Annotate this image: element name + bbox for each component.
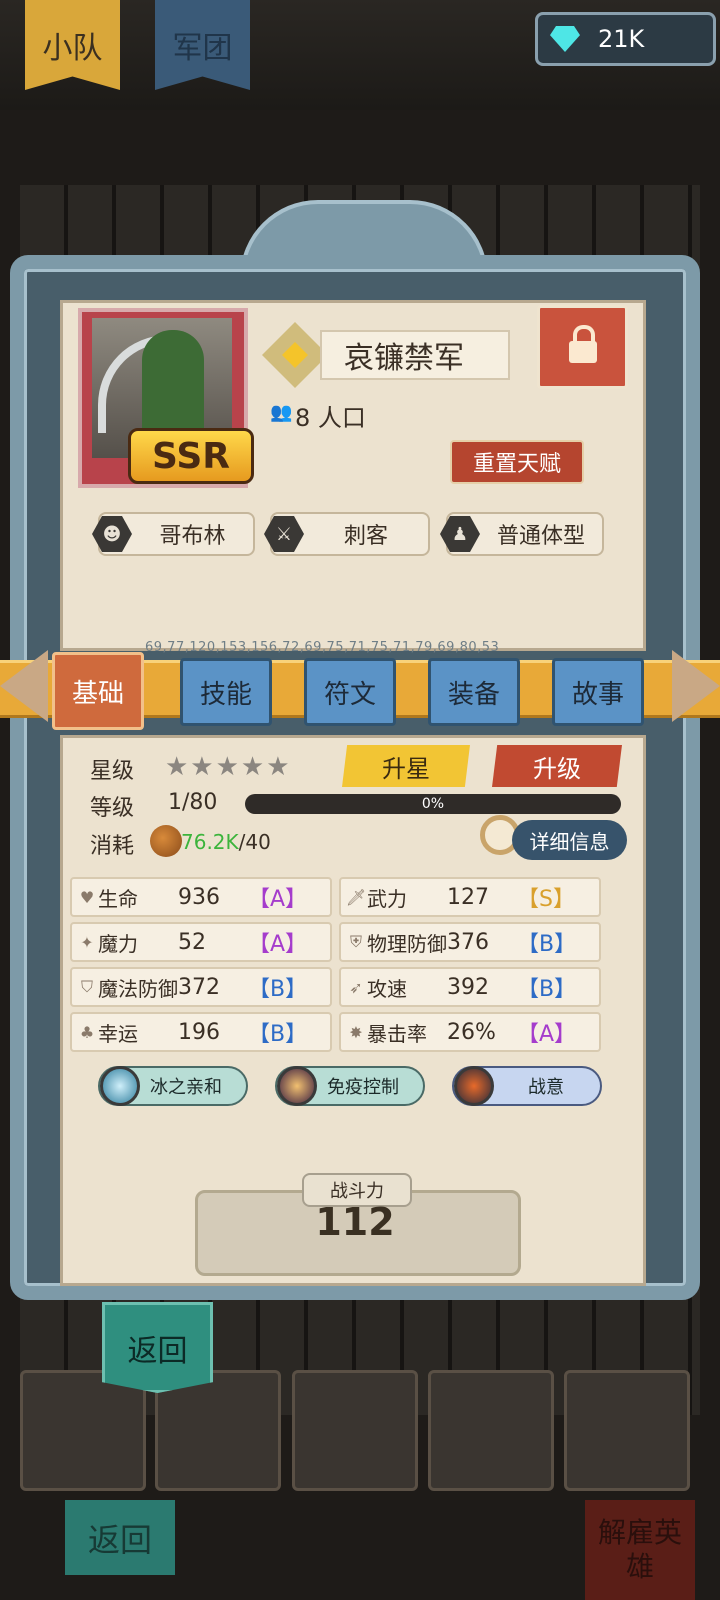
goblin-figure bbox=[142, 330, 204, 440]
diamond-icon bbox=[550, 26, 580, 52]
cost-label: 消耗 bbox=[90, 834, 135, 859]
magic-shield-icon: ⛉ bbox=[80, 977, 93, 996]
stat-force: 🗡 武力 127 【S】 bbox=[339, 877, 601, 917]
tag-race: ☻ 哥布林 bbox=[92, 512, 255, 556]
star-label: 星级 bbox=[90, 759, 135, 784]
hero-card[interactable] bbox=[292, 1370, 418, 1491]
tag-class: ⚔ 刺客 bbox=[264, 512, 430, 556]
combat-power-value: 112 bbox=[315, 1200, 395, 1244]
reset-talent-button[interactable]: 重置天赋 bbox=[450, 440, 584, 484]
detail-info-button[interactable]: 详细信息 bbox=[512, 820, 627, 860]
sword-icon: 🗡 bbox=[345, 887, 367, 907]
level-value: 1/80 bbox=[168, 790, 218, 815]
boot-icon: ➶ bbox=[349, 977, 363, 997]
level-up-button[interactable]: 升级 bbox=[492, 745, 622, 787]
food-icon bbox=[150, 825, 182, 857]
star-up-button[interactable]: 升星 bbox=[342, 745, 470, 787]
hero-card[interactable] bbox=[20, 1370, 146, 1491]
lock-button[interactable] bbox=[537, 305, 628, 389]
immune-orb-icon bbox=[277, 1066, 317, 1106]
skill-immune-control[interactable]: 免疫控制 bbox=[275, 1066, 425, 1106]
hero-name: 哀镰禁军 bbox=[320, 330, 510, 380]
population-text: 8 人口 bbox=[295, 404, 366, 432]
warrior-orb-icon bbox=[454, 1066, 494, 1106]
stat-magic-def: ⛉ 魔法防御 372 【B】 bbox=[70, 967, 332, 1007]
magic-icon: ✦ bbox=[80, 932, 94, 952]
tab-legion[interactable]: 军团 bbox=[155, 0, 250, 90]
star-rating: ★★★★★ bbox=[165, 752, 292, 782]
stat-attack-speed: ➶ 攻速 392 【B】 bbox=[339, 967, 601, 1007]
hero-card[interactable] bbox=[428, 1370, 554, 1491]
bottom-back-button[interactable]: 返回 bbox=[65, 1500, 175, 1575]
skill-battle-will[interactable]: 战意 bbox=[452, 1066, 602, 1106]
rarity-badge: SSR bbox=[128, 428, 254, 484]
tab-runes[interactable]: 符文 bbox=[304, 658, 396, 726]
currency-amount: 21K bbox=[598, 25, 645, 53]
level-label: 等级 bbox=[90, 796, 135, 821]
stat-hp: ♥ 生命 936 【A】 bbox=[70, 877, 332, 917]
stat-phys-def: ⛨ 物理防御 376 【B】 bbox=[339, 922, 601, 962]
dismiss-hero-button[interactable]: 解雇英雄 bbox=[585, 1500, 695, 1600]
ice-orb-icon bbox=[100, 1066, 140, 1106]
stat-luck: ♣ 幸运 196 【B】 bbox=[70, 1012, 332, 1052]
cost-value: 76.2K/40 bbox=[181, 830, 271, 854]
skill-ice-affinity[interactable]: 冰之亲和 bbox=[98, 1066, 248, 1106]
heart-icon: ♥ bbox=[79, 887, 95, 907]
tab-equipment[interactable]: 装备 bbox=[428, 658, 520, 726]
stat-magic: ✦ 魔力 52 【A】 bbox=[70, 922, 332, 962]
shield-icon: ⛨ bbox=[349, 932, 362, 951]
tab-basic[interactable]: 基础 bbox=[52, 652, 144, 730]
tab-story[interactable]: 故事 bbox=[552, 658, 644, 726]
stat-crit-rate: ✸ 暴击率 26% 【A】 bbox=[339, 1012, 601, 1052]
tab-squad[interactable]: 小队 bbox=[25, 0, 120, 90]
xp-percent: 0% bbox=[421, 796, 445, 812]
back-button[interactable]: 返回 bbox=[102, 1302, 213, 1393]
currency-display[interactable]: 21K bbox=[535, 12, 716, 66]
tag-body: ♟ 普通体型 bbox=[440, 512, 604, 556]
clover-icon: ♣ bbox=[79, 1022, 95, 1042]
population-icon: 👥 bbox=[270, 402, 293, 423]
debug-text: 69,77,120,153,156,72,69,75,71,75,71,79,6… bbox=[145, 640, 500, 655]
xp-bar: 0% bbox=[245, 794, 621, 814]
crossed-swords-icon: ⚔ bbox=[264, 516, 304, 552]
tab-skills[interactable]: 技能 bbox=[180, 658, 272, 726]
hero-card[interactable] bbox=[564, 1370, 690, 1491]
body-icon: ♟ bbox=[440, 516, 480, 552]
goblin-icon: ☻ bbox=[92, 516, 132, 552]
unlock-icon bbox=[568, 325, 597, 363]
burst-icon: ✸ bbox=[349, 1022, 363, 1042]
